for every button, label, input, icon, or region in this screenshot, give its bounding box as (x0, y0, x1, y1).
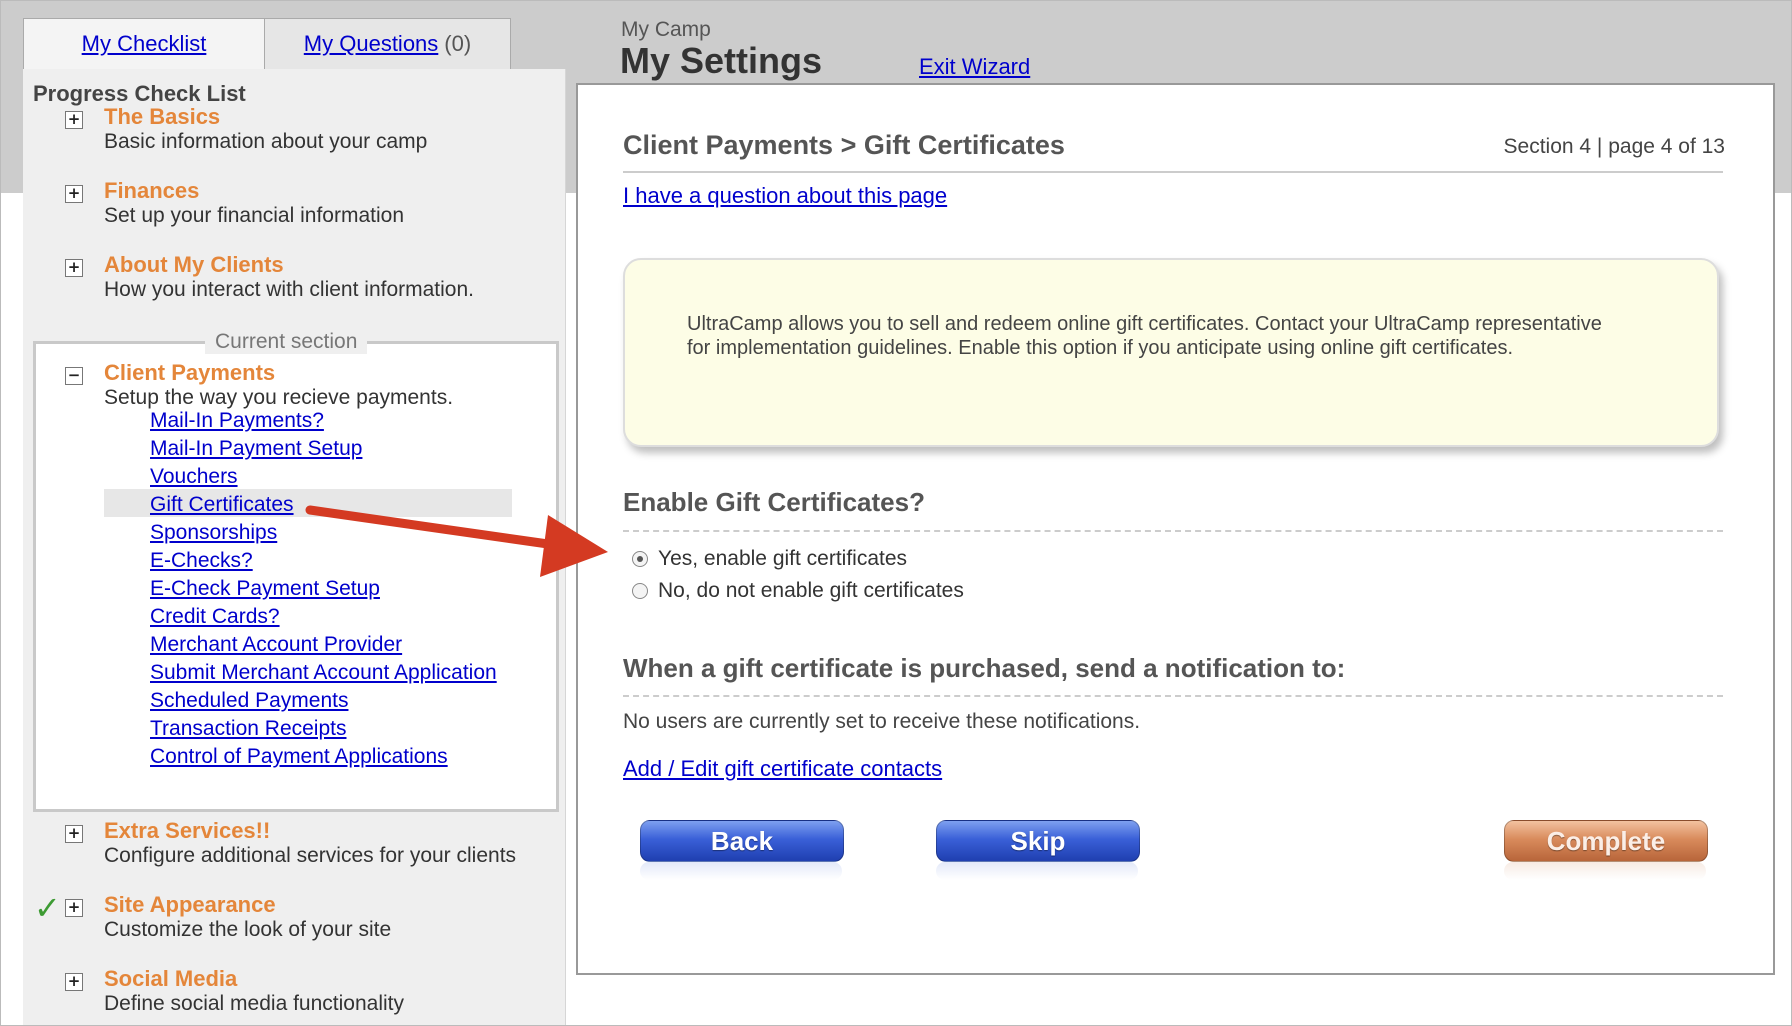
section-desc: Set up your financial information (104, 204, 404, 227)
sidebar-link-mail-in-payment-setup[interactable]: Mail-In Payment Setup (150, 437, 362, 461)
dashed-divider (623, 695, 1723, 697)
my-checklist-link[interactable]: My Checklist (82, 31, 207, 57)
sidebar-link-scheduled-payments[interactable]: Scheduled Payments (150, 689, 348, 713)
section-name[interactable]: Finances (104, 178, 199, 204)
notification-heading: When a gift certificate is purchased, se… (623, 653, 1346, 683)
header-subtitle: My Camp (621, 18, 711, 41)
info-box: UltraCamp allows you to sell and redeem … (623, 258, 1719, 447)
checkmark-icon: ✓ (34, 890, 61, 926)
dashed-divider (623, 530, 1723, 532)
section-name[interactable]: The Basics (104, 104, 220, 130)
section-name[interactable]: About My Clients (104, 252, 284, 278)
section-name[interactable]: Client Payments (104, 360, 275, 386)
radio-option-no[interactable]: No, do not enable gift certificates (632, 579, 964, 603)
no-users-text: No users are currently set to receive th… (623, 710, 1141, 733)
section-desc: Basic information about your camp (104, 130, 428, 153)
sidebar-link-submit-merchant-application[interactable]: Submit Merchant Account Application (150, 661, 497, 685)
radio-no-label[interactable]: No, do not enable gift certificates (658, 579, 964, 603)
section-desc: Define social media functionality (104, 992, 404, 1015)
tab-my-checklist[interactable]: My Checklist (23, 18, 265, 69)
back-button-reflection (640, 862, 842, 880)
question-about-page-link[interactable]: I have a question about this page (623, 183, 947, 209)
section-desc: How you interact with client information… (104, 278, 474, 301)
radio-option-yes[interactable]: Yes, enable gift certificates (632, 547, 907, 571)
my-questions-link[interactable]: My Questions (304, 31, 439, 57)
page-title: My Settings (620, 40, 823, 81)
expand-icon[interactable]: + (65, 825, 83, 843)
info-text: UltraCamp allows you to sell and redeem … (687, 313, 1602, 359)
arrow-head (540, 515, 608, 577)
sidebar-link-e-checks[interactable]: E-Checks? (150, 549, 253, 573)
expand-icon[interactable]: + (65, 259, 83, 277)
tab-my-questions[interactable]: My Questions (0) (264, 18, 511, 69)
section-name[interactable]: Social Media (104, 966, 237, 992)
skip-button[interactable]: Skip (936, 820, 1140, 862)
complete-button[interactable]: Complete (1504, 820, 1708, 862)
section-desc: Customize the look of your site (104, 918, 392, 941)
back-button[interactable]: Back (640, 820, 844, 862)
section-name[interactable]: Extra Services!! (104, 818, 270, 844)
main-content-panel: Client Payments > Gift Certificates Sect… (576, 83, 1775, 975)
questions-count: (0) (444, 31, 472, 56)
sidebar-link-transaction-receipts[interactable]: Transaction Receipts (150, 717, 346, 741)
current-section-label: Current section (205, 330, 368, 354)
breadcrumb: Client Payments > Gift Certificates (623, 130, 1065, 160)
collapse-icon[interactable]: − (65, 367, 83, 385)
section-desc: Configure additional services for your c… (104, 844, 517, 867)
expand-icon[interactable]: + (65, 899, 83, 917)
expand-icon[interactable]: + (65, 973, 83, 991)
sidebar-link-control-of-payment-applications[interactable]: Control of Payment Applications (150, 745, 448, 769)
sidebar-link-vouchers[interactable]: Vouchers (150, 465, 238, 489)
exit-wizard-link[interactable]: Exit Wizard (919, 54, 1030, 80)
complete-button-reflection (1504, 862, 1706, 880)
radio-no[interactable] (632, 583, 648, 599)
arrow-shaft (305, 505, 560, 550)
expand-icon[interactable]: + (65, 111, 83, 129)
add-edit-contacts-link[interactable]: Add / Edit gift certificate contacts (623, 756, 942, 782)
enable-gift-certificates-heading: Enable Gift Certificates? (623, 487, 925, 517)
skip-button-reflection (936, 862, 1138, 880)
sidebar-link-sponsorships[interactable]: Sponsorships (150, 521, 277, 545)
radio-yes[interactable] (632, 551, 648, 567)
radio-yes-label[interactable]: Yes, enable gift certificates (658, 547, 907, 571)
expand-icon[interactable]: + (65, 185, 83, 203)
sidebar-link-gift-certificates[interactable]: Gift Certificates (150, 493, 294, 517)
divider (623, 171, 1723, 173)
section-name[interactable]: Site Appearance (104, 892, 276, 918)
sidebar-link-merchant-account-provider[interactable]: Merchant Account Provider (150, 633, 402, 657)
annotation-arrow-icon (305, 505, 608, 577)
sidebar-link-mail-in-payments[interactable]: Mail-In Payments? (150, 409, 324, 433)
section-desc: Setup the way you recieve payments. (104, 386, 454, 409)
page-position: Section 4 | page 4 of 13 (1503, 135, 1725, 158)
sidebar-link-credit-cards[interactable]: Credit Cards? (150, 605, 280, 629)
